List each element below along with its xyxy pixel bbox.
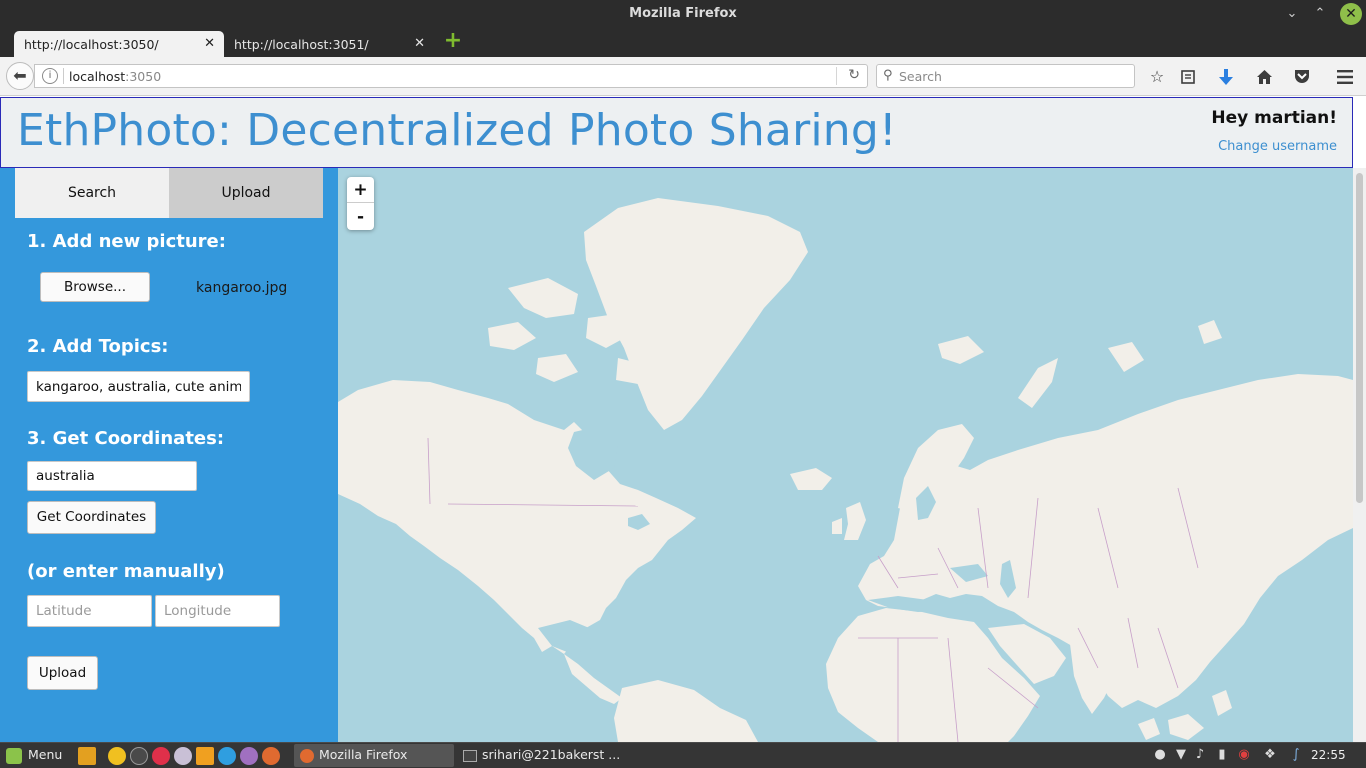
location-input[interactable] bbox=[27, 461, 197, 491]
minimize-button[interactable]: ⌄ bbox=[1281, 3, 1303, 25]
zoom-out-button[interactable]: - bbox=[347, 204, 374, 230]
menu-icon[interactable] bbox=[1334, 66, 1356, 88]
british-isles bbox=[832, 502, 866, 540]
task-label: Mozilla Firefox bbox=[319, 747, 408, 762]
step2-heading: 2. Add Topics: bbox=[27, 336, 169, 357]
downloads-icon[interactable] bbox=[1215, 66, 1237, 88]
firefox-task-icon bbox=[300, 748, 314, 763]
start-menu-button[interactable]: Menu bbox=[6, 747, 62, 764]
topics-input[interactable] bbox=[27, 371, 250, 402]
iceland bbox=[790, 468, 832, 490]
home-icon[interactable] bbox=[1253, 66, 1275, 88]
selected-filename: kangaroo.jpg bbox=[196, 280, 288, 296]
latitude-input[interactable] bbox=[27, 595, 152, 627]
vivaldi-launcher-icon[interactable] bbox=[152, 747, 170, 765]
map-tiles bbox=[338, 198, 1353, 742]
browser-tab-bar: http://localhost:3050/ ✕ http://localhos… bbox=[0, 28, 1366, 57]
search-input[interactable] bbox=[899, 67, 1119, 85]
app-header: EthPhoto: Decentralized Photo Sharing! H… bbox=[0, 97, 1353, 168]
url-separator bbox=[63, 68, 64, 84]
url-divider bbox=[836, 67, 837, 85]
files-launcher-icon[interactable] bbox=[78, 747, 96, 765]
browser-tab-3051[interactable]: http://localhost:3051/ ✕ bbox=[224, 31, 434, 57]
firefox-launcher-icon[interactable] bbox=[262, 747, 280, 765]
browser-tab-3050[interactable]: http://localhost:3050/ ✕ bbox=[14, 31, 224, 57]
close-tab-icon[interactable]: ✕ bbox=[204, 36, 215, 51]
change-username-link[interactable]: Change username bbox=[1218, 139, 1337, 154]
shield-icon[interactable]: ◉ bbox=[1236, 747, 1252, 763]
central-america bbox=[564, 654, 622, 704]
terminal-task-icon bbox=[463, 749, 477, 762]
reading-list-icon[interactable] bbox=[1177, 66, 1199, 88]
browse-button[interactable]: Browse... bbox=[40, 272, 150, 302]
tab-upload[interactable]: Upload bbox=[169, 168, 323, 218]
step1-heading: 1. Add new picture: bbox=[27, 231, 226, 252]
bluetooth-icon[interactable]: ∫ bbox=[1288, 747, 1304, 763]
scrollbar-thumb[interactable] bbox=[1356, 173, 1363, 503]
tab-label: http://localhost:3050/ bbox=[24, 37, 159, 52]
menu-label: Menu bbox=[28, 747, 63, 762]
mode-tabs: Search Upload bbox=[15, 168, 323, 218]
taskbar-terminal[interactable]: srihari@221bakerst ... bbox=[457, 744, 621, 767]
maximize-button[interactable]: ⌃ bbox=[1309, 3, 1331, 25]
siberian-islands bbox=[1108, 320, 1222, 372]
longitude-input[interactable] bbox=[155, 595, 280, 627]
northern-islands bbox=[938, 336, 1058, 408]
upload-sidebar: Search Upload 1. Add new picture: Browse… bbox=[0, 168, 338, 742]
dropbox-icon[interactable]: ❖ bbox=[1262, 747, 1278, 763]
tab-label: http://localhost:3051/ bbox=[234, 37, 369, 52]
terminal-launcher-icon[interactable] bbox=[130, 747, 148, 765]
zoom-in-button[interactable]: + bbox=[347, 177, 374, 203]
notes-launcher-icon[interactable] bbox=[240, 747, 258, 765]
settings-launcher-icon[interactable] bbox=[174, 747, 192, 765]
url-host: localhost bbox=[69, 69, 126, 84]
clock[interactable]: 22:55 bbox=[1311, 748, 1346, 762]
reload-icon[interactable]: ↻ bbox=[848, 67, 860, 83]
pocket-icon[interactable] bbox=[1291, 66, 1313, 88]
search-icon: ⚲ bbox=[883, 68, 893, 83]
url-text[interactable]: localhost:3050 bbox=[69, 69, 161, 84]
navigation-toolbar: ⬅ i localhost:3050 ↻ ⚲ ☆ bbox=[0, 57, 1366, 96]
mint-logo-icon bbox=[6, 747, 22, 764]
app-title: EthPhoto: Decentralized Photo Sharing! bbox=[17, 105, 897, 156]
zoom-control: + - bbox=[347, 177, 374, 230]
page-content: EthPhoto: Decentralized Photo Sharing! H… bbox=[0, 96, 1366, 742]
folder-launcher-icon[interactable] bbox=[196, 747, 214, 765]
user-icon[interactable]: ● bbox=[1152, 747, 1168, 763]
back-button[interactable]: ⬅ bbox=[6, 62, 34, 90]
page-scrollbar[interactable] bbox=[1353, 168, 1366, 742]
close-window-button[interactable]: ✕ bbox=[1340, 3, 1362, 25]
window-titlebar: Mozilla Firefox ⌄ ⌃ ✕ bbox=[0, 0, 1366, 28]
desktop-taskbar: Menu Mozilla Firefox srihari@221bakerst … bbox=[0, 742, 1366, 768]
url-port: :3050 bbox=[125, 69, 162, 84]
volume-icon[interactable]: ♪ bbox=[1192, 747, 1208, 763]
url-bar[interactable]: i localhost:3050 ↻ bbox=[34, 64, 868, 88]
south-america bbox=[614, 680, 758, 742]
manual-heading: (or enter manually) bbox=[27, 561, 225, 582]
pidgin-launcher-icon[interactable] bbox=[108, 747, 126, 765]
star-icon[interactable]: ☆ bbox=[1146, 66, 1168, 88]
world-map[interactable]: + - bbox=[338, 168, 1353, 742]
telegram-launcher-icon[interactable] bbox=[218, 747, 236, 765]
tab-search[interactable]: Search bbox=[15, 168, 169, 218]
upload-button[interactable]: Upload bbox=[27, 656, 98, 690]
window-title: Mozilla Firefox bbox=[629, 6, 737, 21]
greeting-text: Hey martian! bbox=[1211, 108, 1337, 128]
close-tab-icon[interactable]: ✕ bbox=[414, 36, 425, 51]
site-info-icon[interactable]: i bbox=[42, 68, 58, 84]
taskbar-firefox[interactable]: Mozilla Firefox bbox=[294, 744, 454, 767]
search-bar[interactable]: ⚲ bbox=[876, 64, 1135, 88]
step3-heading: 3. Get Coordinates: bbox=[27, 428, 225, 449]
get-coordinates-button[interactable]: Get Coordinates bbox=[27, 501, 156, 534]
wifi-icon[interactable]: ▼ bbox=[1173, 747, 1189, 763]
task-label: srihari@221bakerst ... bbox=[482, 747, 621, 762]
battery-icon[interactable]: ▮ bbox=[1214, 747, 1230, 763]
new-tab-button[interactable]: + bbox=[443, 30, 463, 52]
indian-subcontinent bbox=[1070, 638, 1118, 714]
greenland bbox=[584, 198, 808, 430]
